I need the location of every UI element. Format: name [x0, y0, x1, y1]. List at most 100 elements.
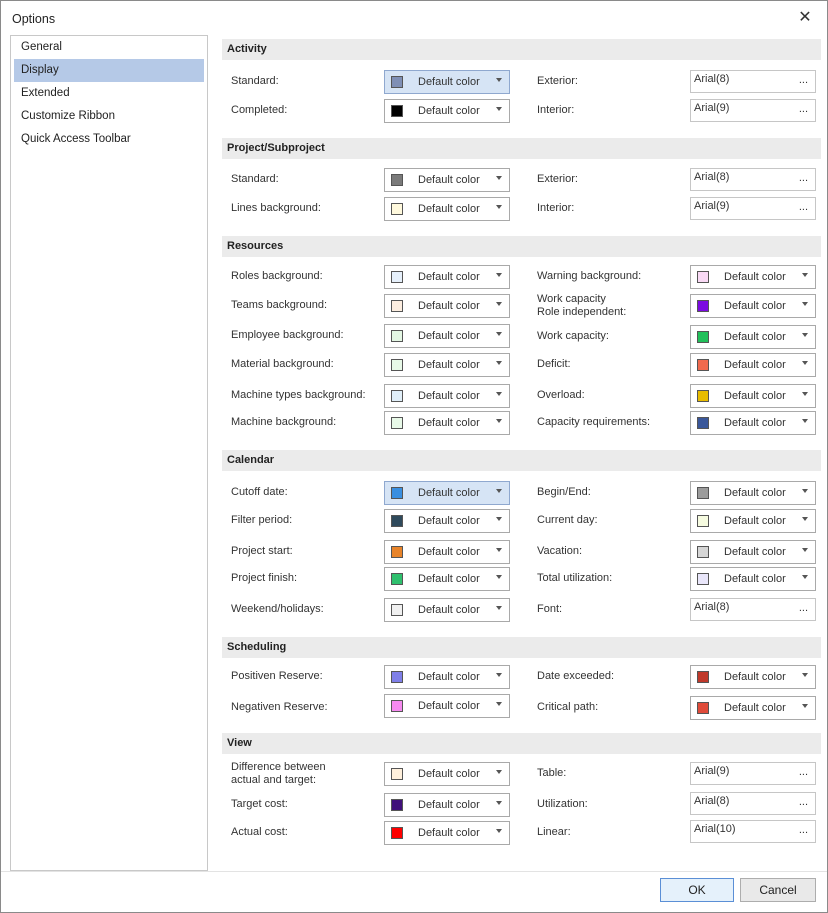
nav-item-display[interactable]: Display: [14, 59, 204, 82]
chevron-down-icon: [496, 702, 502, 706]
color-swatch: [391, 174, 403, 186]
total-utilization-color-dropdown[interactable]: Default color: [690, 567, 816, 591]
chevron-down-icon: [496, 548, 502, 552]
color-value: Default color: [418, 417, 480, 429]
project-interior-font-field[interactable]: Arial(9) ...: [690, 197, 816, 220]
chevron-down-icon: [802, 361, 808, 365]
label-material-background: Material background:: [231, 358, 334, 370]
current-day-color-dropdown[interactable]: Default color: [690, 509, 816, 533]
begin-end-color-dropdown[interactable]: Default color: [690, 481, 816, 505]
chevron-down-icon: [802, 575, 808, 579]
color-value: Default color: [418, 271, 480, 283]
nav-item-customize-ribbon[interactable]: Customize Ribbon: [14, 105, 204, 128]
work-capacity-role-independent-color-dropdown[interactable]: Default color: [690, 294, 816, 318]
browse-font-button[interactable]: ...: [799, 766, 808, 778]
color-value: Default color: [418, 768, 480, 780]
chevron-down-icon: [802, 333, 808, 337]
color-swatch: [697, 331, 709, 343]
negative-reserve-color-dropdown[interactable]: Default color: [384, 694, 510, 718]
vacation-color-dropdown[interactable]: Default color: [690, 540, 816, 564]
chevron-down-icon: [802, 548, 808, 552]
color-swatch: [391, 671, 403, 683]
label-overload: Overload:: [537, 389, 585, 401]
machine-types-background-color-dropdown[interactable]: Default color: [384, 384, 510, 408]
color-swatch: [391, 515, 403, 527]
work-capacity-color-dropdown[interactable]: Default color: [690, 325, 816, 349]
browse-font-button[interactable]: ...: [799, 201, 808, 213]
view-table-font-field[interactable]: Arial(9) ...: [690, 762, 816, 785]
color-value: Default color: [418, 515, 480, 527]
color-value: Default color: [418, 487, 480, 499]
browse-font-button[interactable]: ...: [799, 602, 808, 614]
filter-period-color-dropdown[interactable]: Default color: [384, 509, 510, 533]
chevron-down-icon: [496, 392, 502, 396]
color-value: Default color: [724, 271, 786, 283]
material-background-color-dropdown[interactable]: Default color: [384, 353, 510, 377]
color-value: Default color: [418, 359, 480, 371]
chevron-down-icon: [802, 673, 808, 677]
row-scheduling-1: Positiven Reserve: Default color Date ex…: [222, 665, 821, 689]
color-swatch: [391, 359, 403, 371]
label-line: Work capacity: [537, 293, 606, 305]
browse-font-button[interactable]: ...: [799, 796, 808, 808]
view-utilization-font-field[interactable]: Arial(8) ...: [690, 792, 816, 815]
difference-color-dropdown[interactable]: Default color: [384, 762, 510, 786]
calendar-font-field[interactable]: Arial(8) ...: [690, 598, 816, 621]
project-exterior-font-field[interactable]: Arial(8) ...: [690, 168, 816, 191]
label-negative-reserve: Negativen Reserve:: [231, 701, 328, 713]
project-standard-color-dropdown[interactable]: Default color: [384, 168, 510, 192]
cutoff-date-color-dropdown[interactable]: Default color: [384, 481, 510, 505]
label-difference-actual-target: Difference between actual and target:: [231, 761, 326, 787]
project-start-color-dropdown[interactable]: Default color: [384, 540, 510, 564]
nav-item-extended[interactable]: Extended: [14, 82, 204, 105]
weekend-holidays-color-dropdown[interactable]: Default color: [384, 598, 510, 622]
browse-font-button[interactable]: ...: [799, 172, 808, 184]
cancel-button[interactable]: Cancel: [740, 878, 816, 902]
browse-font-button[interactable]: ...: [799, 824, 808, 836]
activity-standard-color-dropdown[interactable]: Default color: [384, 70, 510, 94]
label-calendar-font: Font:: [537, 603, 563, 615]
row-resources-3: Employee background: Default color Work …: [222, 324, 821, 349]
overload-color-dropdown[interactable]: Default color: [690, 384, 816, 408]
nav-item-general[interactable]: General: [14, 36, 204, 59]
color-value: Default color: [418, 573, 480, 585]
teams-background-color-dropdown[interactable]: Default color: [384, 294, 510, 318]
deficit-color-dropdown[interactable]: Default color: [690, 353, 816, 377]
project-finish-color-dropdown[interactable]: Default color: [384, 567, 510, 591]
color-value: Default color: [724, 487, 786, 499]
chevron-down-icon: [496, 575, 502, 579]
activity-exterior-font-field[interactable]: Arial(8) ...: [690, 70, 816, 93]
chevron-down-icon: [496, 176, 502, 180]
warning-background-color-dropdown[interactable]: Default color: [690, 265, 816, 289]
color-swatch: [697, 546, 709, 558]
color-value: Default color: [418, 700, 480, 712]
activity-interior-font-field[interactable]: Arial(9) ...: [690, 99, 816, 122]
color-swatch: [391, 300, 403, 312]
positive-reserve-color-dropdown[interactable]: Default color: [384, 665, 510, 689]
roles-background-color-dropdown[interactable]: Default color: [384, 265, 510, 289]
machine-background-color-dropdown[interactable]: Default color: [384, 411, 510, 435]
browse-font-button[interactable]: ...: [799, 103, 808, 115]
font-value: Arial(8): [694, 601, 730, 613]
close-icon[interactable]: ✕: [797, 10, 813, 26]
date-exceeded-color-dropdown[interactable]: Default color: [690, 665, 816, 689]
employee-background-color-dropdown[interactable]: Default color: [384, 324, 510, 348]
ok-button[interactable]: OK: [660, 878, 734, 902]
capacity-requirements-color-dropdown[interactable]: Default color: [690, 411, 816, 435]
font-value: Arial(8): [694, 795, 730, 807]
label-project-standard: Standard:: [231, 173, 279, 185]
color-value: Default color: [724, 359, 786, 371]
color-swatch: [697, 417, 709, 429]
chevron-down-icon: [496, 829, 502, 833]
view-linear-font-field[interactable]: Arial(10) ...: [690, 820, 816, 843]
color-value: Default color: [418, 330, 480, 342]
label-current-day: Current day:: [537, 514, 598, 526]
actual-cost-color-dropdown[interactable]: Default color: [384, 821, 510, 845]
color-value: Default color: [418, 827, 480, 839]
critical-path-color-dropdown[interactable]: Default color: [690, 696, 816, 720]
nav-item-quick-access-toolbar[interactable]: Quick Access Toolbar: [14, 128, 204, 151]
target-cost-color-dropdown[interactable]: Default color: [384, 793, 510, 817]
activity-completed-color-dropdown[interactable]: Default color: [384, 99, 510, 123]
browse-font-button[interactable]: ...: [799, 74, 808, 86]
project-lines-background-color-dropdown[interactable]: Default color: [384, 197, 510, 221]
